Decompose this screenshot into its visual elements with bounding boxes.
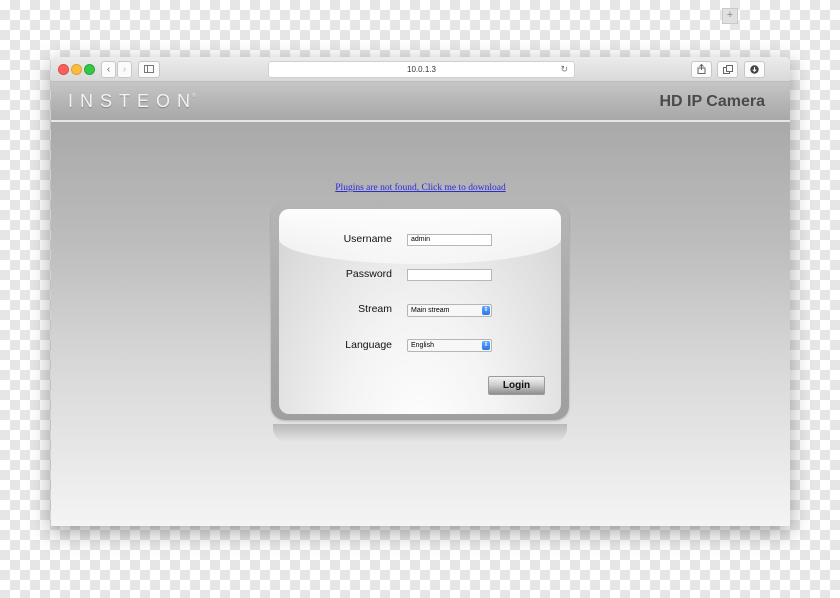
brand-name: INSTEON	[68, 91, 198, 111]
browser-window: ‹ › 10.0.1.3 ↻ INSTEON® HD IP Camera Plu…	[51, 57, 790, 526]
password-input[interactable]	[407, 269, 492, 281]
login-button[interactable]: Login	[488, 376, 545, 395]
new-tab-button[interactable]: +	[722, 8, 738, 24]
login-panel-inner: Username admin Password Stream Main stre…	[279, 209, 561, 414]
close-window-button[interactable]	[58, 64, 69, 75]
login-page: Plugins are not found, Click me to downl…	[51, 122, 790, 526]
insteon-logo: INSTEON®	[68, 91, 201, 112]
address-text: 10.0.1.3	[407, 65, 436, 74]
plugin-download-link[interactable]: Plugins are not found, Click me to downl…	[51, 183, 790, 193]
language-select[interactable]: English ⇕	[407, 339, 492, 352]
page-header: INSTEON® HD IP Camera	[51, 82, 790, 122]
minimize-window-button[interactable]	[71, 64, 82, 75]
stream-label: Stream	[358, 303, 392, 315]
stream-select[interactable]: Main stream ⇕	[407, 304, 492, 317]
language-select-value: English	[411, 342, 434, 349]
username-label: Username	[343, 233, 392, 245]
tabs-overview-button[interactable]	[717, 61, 738, 78]
zoom-window-button[interactable]	[84, 64, 95, 75]
stream-select-value: Main stream	[411, 307, 450, 314]
login-panel: Username admin Password Stream Main stre…	[271, 202, 569, 420]
sidebar-icon	[144, 65, 154, 73]
chevron-right-icon: ›	[122, 64, 127, 75]
downloads-button[interactable]	[744, 61, 765, 78]
sidebar-button[interactable]	[138, 61, 160, 78]
share-icon	[697, 63, 706, 74]
select-arrows-icon: ⇕	[482, 341, 490, 350]
address-bar[interactable]: 10.0.1.3 ↻	[268, 61, 575, 78]
share-button[interactable]	[691, 61, 712, 78]
username-input[interactable]: admin	[407, 234, 492, 246]
registered-mark: ®	[192, 93, 196, 99]
tabs-icon	[722, 65, 733, 74]
download-icon	[750, 65, 759, 74]
language-label: Language	[345, 339, 392, 351]
select-arrows-icon: ⇕	[482, 306, 490, 315]
panel-reflection	[273, 424, 567, 442]
back-button[interactable]: ‹	[101, 61, 116, 78]
reload-icon[interactable]: ↻	[560, 62, 568, 77]
chevron-left-icon: ‹	[106, 64, 111, 75]
forward-button[interactable]: ›	[117, 61, 132, 78]
product-title: HD IP Camera	[659, 93, 765, 110]
browser-toolbar: ‹ › 10.0.1.3 ↻	[51, 57, 790, 82]
password-label: Password	[345, 268, 392, 280]
